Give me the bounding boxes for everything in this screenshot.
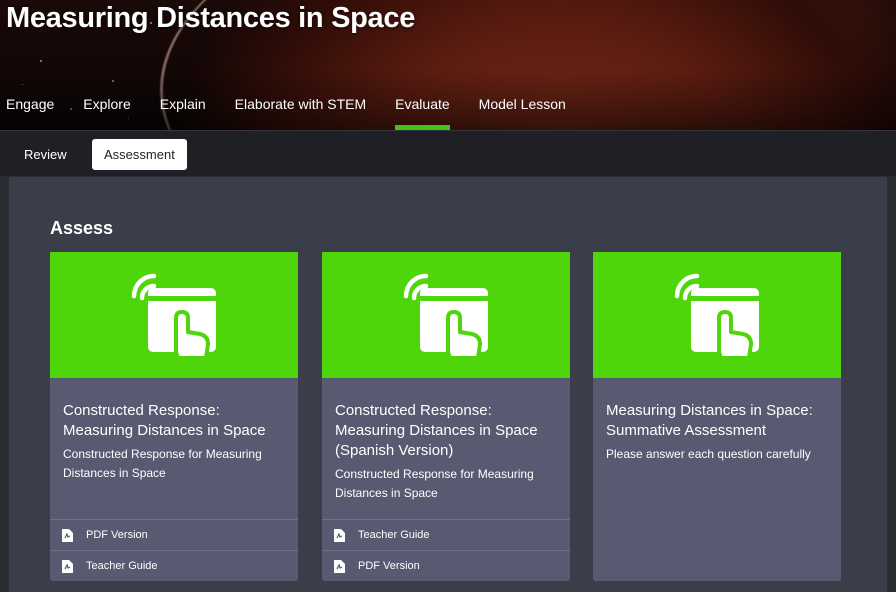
link-label: Teacher Guide [358, 529, 430, 541]
teacher-guide-link[interactable]: Teacher Guide [50, 550, 298, 581]
link-label: PDF Version [358, 560, 420, 572]
subtab-review[interactable]: Review [12, 139, 79, 170]
card-title: Measuring Distances in Space: Summative … [606, 402, 813, 439]
main-tabs: Engage Explore Explain Elaborate with ST… [0, 94, 595, 130]
tab-model-lesson[interactable]: Model Lesson [479, 94, 566, 130]
card-resource-links: Teacher Guide PDF Version [322, 519, 570, 581]
subtab-assessment[interactable]: Assessment [92, 139, 187, 170]
page-title: Measuring Distances in Space [6, 2, 416, 34]
pdf-file-icon [334, 559, 345, 573]
interactive-touch-icon [674, 273, 759, 360]
card-description: Constructed Response for Measuring Dista… [63, 447, 262, 480]
hero-banner: Measuring Distances in Space Engage Expl… [0, 0, 896, 130]
card-title: Constructed Response: Measuring Distance… [63, 402, 266, 439]
card-description: Please answer each question carefully [606, 447, 811, 461]
card-banner [50, 252, 298, 378]
link-label: Teacher Guide [86, 560, 158, 572]
card-description: Constructed Response for Measuring Dista… [335, 467, 534, 500]
pdf-file-icon [334, 528, 345, 542]
pdf-file-icon [62, 528, 73, 542]
tab-explain[interactable]: Explain [160, 94, 206, 130]
pdf-file-icon [62, 559, 73, 573]
link-label: PDF Version [86, 529, 148, 541]
card-title: Constructed Response: Measuring Distance… [335, 402, 538, 459]
card-banner [593, 252, 841, 378]
interactive-touch-icon [403, 273, 488, 360]
assessment-card[interactable]: Constructed Response: Measuring Distance… [322, 252, 570, 581]
tab-elaborate-with-stem[interactable]: Elaborate with STEM [235, 94, 367, 130]
section-title: Assess [50, 218, 114, 238]
interactive-touch-icon [131, 273, 216, 360]
card-banner [322, 252, 570, 378]
assess-section: Assess Constructed Response: Measuring D… [9, 177, 887, 592]
card-resource-links: PDF Version Teacher Guide [50, 519, 298, 581]
assessment-card[interactable]: Constructed Response: Measuring Distance… [50, 252, 298, 581]
sub-navigation: Review Assessment [0, 130, 896, 176]
assessment-card[interactable]: Measuring Distances in Space: Summative … [593, 252, 841, 581]
tab-engage[interactable]: Engage [6, 94, 54, 130]
pdf-version-link[interactable]: PDF Version [322, 550, 570, 581]
tab-explore[interactable]: Explore [83, 94, 130, 130]
teacher-guide-link[interactable]: Teacher Guide [322, 519, 570, 550]
tab-evaluate[interactable]: Evaluate [395, 94, 451, 130]
pdf-version-link[interactable]: PDF Version [50, 519, 298, 550]
